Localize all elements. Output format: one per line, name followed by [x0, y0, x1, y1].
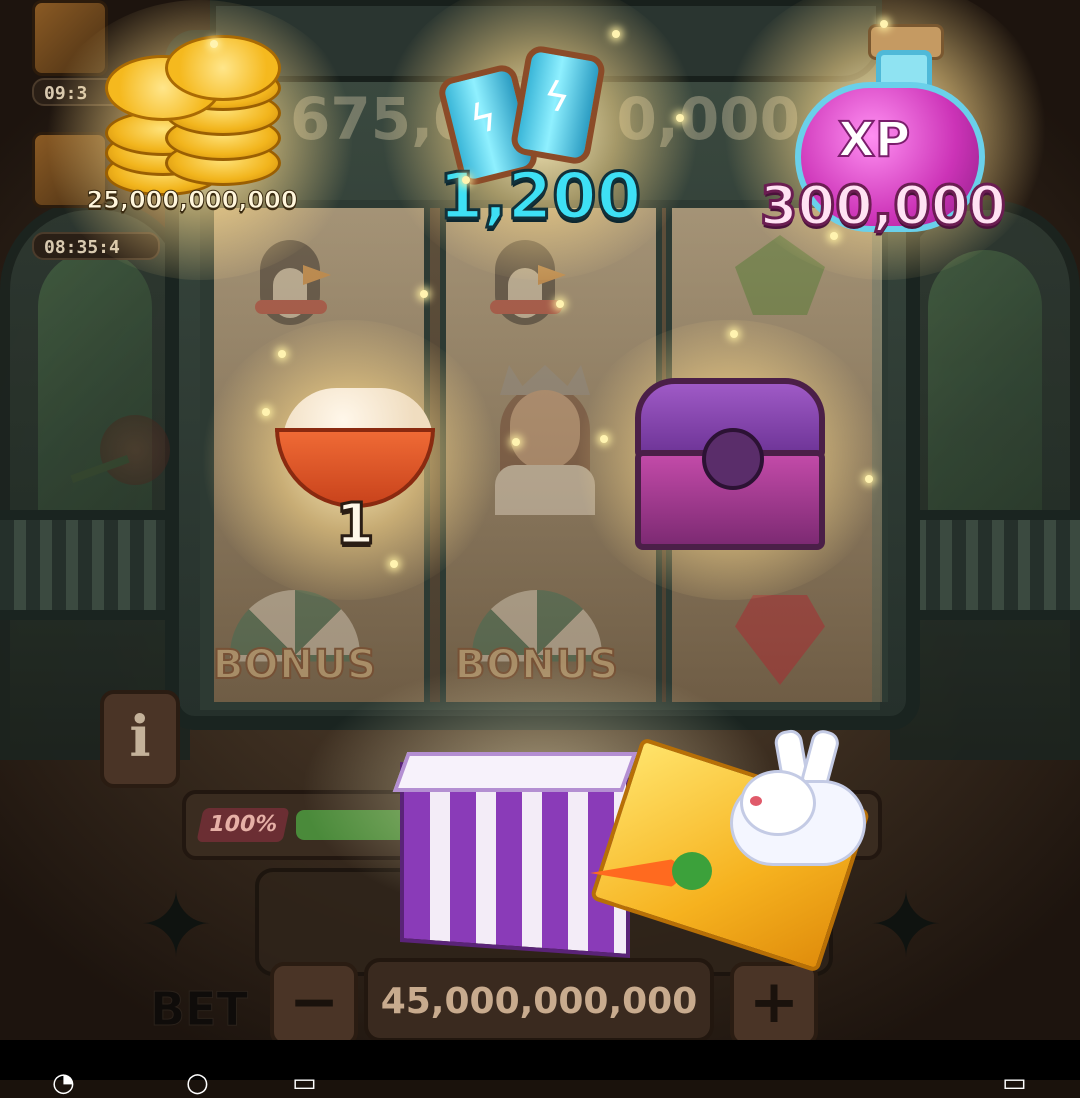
sparkle [210, 40, 218, 48]
sparkle [556, 300, 564, 308]
sparkle [512, 438, 520, 446]
bet-label: BET [150, 982, 249, 1037]
sparkle [865, 475, 873, 483]
bet-increase-button[interactable]: + [730, 962, 818, 1040]
diamond-icon: ✦ [138, 873, 214, 978]
sparkle [830, 232, 838, 240]
xp-reward-label: 300,000 [759, 173, 1008, 239]
left-diamond-button[interactable]: ✦ [130, 880, 222, 972]
sparkle [262, 408, 270, 416]
sparkle [278, 350, 286, 358]
bet-value-display: 45,000,000,000 [364, 958, 714, 1040]
system-nav-bar: ◔ ○ ▭ ▭ [0, 1040, 1080, 1096]
sparkle [420, 290, 428, 298]
nav-home-icon[interactable]: ○ [186, 1070, 209, 1096]
rose-symbol-icon [70, 405, 180, 515]
xp-potion-text: XP [837, 111, 911, 169]
right-balustrade [900, 510, 1080, 620]
nav-back-icon[interactable]: ▭ [1002, 1070, 1027, 1096]
spins-reward-label: 1,200 [437, 159, 642, 236]
slot-machine-scene: 09:3 08:35:4 675,0 0,000 BONUS BONUS [0, 0, 1080, 1040]
progress-percent-badge: 100% [196, 808, 290, 842]
left-balustrade [0, 510, 180, 620]
coins-reward-label: 25,000,000,000 [86, 186, 298, 215]
cream-reward-label: 1 [334, 491, 376, 559]
sparkle [730, 330, 738, 338]
sparkle [880, 20, 888, 28]
diamond-icon: ✦ [868, 873, 944, 978]
sparkle [676, 114, 684, 122]
nav-recents-icon[interactable]: ◔ [52, 1070, 75, 1096]
sparkle [390, 560, 398, 568]
right-diamond-button[interactable]: ✦ [860, 880, 952, 972]
sparkle [612, 30, 620, 38]
sparkle [600, 435, 608, 443]
sparkle [462, 176, 470, 184]
nav-menu-icon[interactable]: ▭ [292, 1070, 317, 1096]
bunny-icon [720, 727, 870, 870]
bet-decrease-button[interactable]: − [270, 962, 358, 1040]
info-button[interactable]: i [100, 690, 180, 788]
